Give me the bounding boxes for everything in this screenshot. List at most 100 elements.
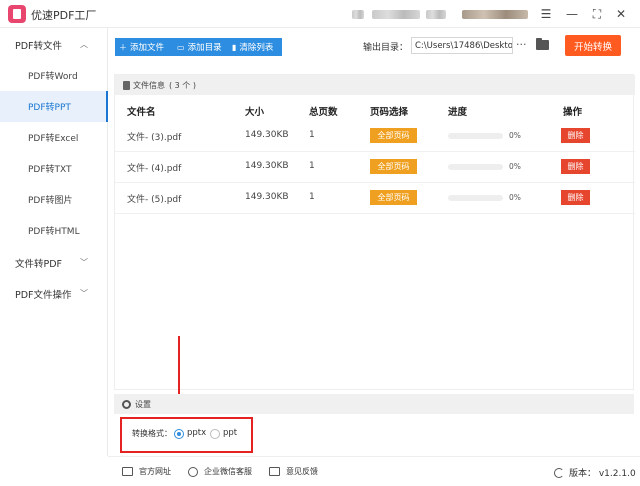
app-logo-icon [8, 5, 26, 23]
output-dir-label: 输出目录： [363, 43, 409, 53]
wechat-service-link[interactable]: 企业微信客服 [188, 466, 252, 477]
blurred-region [426, 10, 446, 19]
progress-text: 0% [509, 131, 521, 140]
add-folder-button[interactable]: ▭ 添加目录 [173, 38, 228, 56]
sidebar-group-pdf-to-file[interactable]: PDF转文件 ︿ [0, 30, 108, 60]
col-header-page-select: 页码选择 [370, 107, 409, 118]
delete-button[interactable]: 删除 [561, 128, 590, 143]
chat-icon [188, 466, 198, 477]
format-option-group: 转换格式： pptx ppt [120, 417, 253, 453]
file-pages: 1 [309, 130, 315, 140]
status-bar: 官方网址 企业微信客服 意见反馈 版本： v1.2.1.0 [108, 456, 640, 486]
feedback-link[interactable]: 意见反馈 [269, 466, 318, 477]
blurred-region [372, 10, 420, 19]
file-info-header: 文件信息 ( 3 个 ) [115, 75, 635, 95]
minimize-icon[interactable]: — [562, 4, 582, 24]
page-select-button[interactable]: 全部页码 [370, 159, 417, 174]
progress-bar [448, 195, 503, 201]
sidebar-item-pdf-to-txt[interactable]: PDF转TXT [0, 153, 108, 184]
app-title: 优速PDF工厂 [31, 9, 97, 22]
more-options-button[interactable]: ··· [516, 38, 527, 51]
file-size: 149.30KB [245, 161, 289, 171]
sidebar-group-label: 文件转PDF [15, 259, 63, 270]
add-file-label: 添加文件 [130, 43, 165, 53]
start-convert-button[interactable]: 开始转换 [565, 35, 621, 56]
col-header-action: 操作 [563, 107, 583, 118]
website-link[interactable]: 官方网址 [122, 466, 171, 477]
open-folder-icon[interactable] [536, 38, 549, 50]
sidebar-group-label: PDF文件操作 [15, 290, 72, 301]
monitor-icon [122, 467, 133, 476]
table-row: 文件- (4).pdf 149.30KB 1 全部页码 0% 删除 [115, 152, 635, 183]
sidebar-item-pdf-to-word[interactable]: PDF转Word [0, 60, 108, 91]
delete-button[interactable]: 删除 [561, 190, 590, 205]
file-pages: 1 [309, 161, 315, 171]
add-file-button[interactable]: ＋ 添加文件 [115, 38, 173, 56]
file-info-label: 文件信息 [133, 80, 165, 90]
document-icon [123, 80, 130, 90]
sidebar-group-file-to-pdf[interactable]: 文件转PDF ﹀ [0, 248, 108, 278]
sidebar-item-label: PDF转Word [28, 72, 78, 82]
title-bar: 优速PDF工厂 ☰ — ⛶ ✕ [0, 0, 640, 28]
sidebar-group-label: PDF转文件 [15, 41, 63, 52]
feedback-label: 意见反馈 [286, 467, 318, 476]
radio-ppt[interactable] [210, 429, 220, 439]
add-folder-label: 添加目录 [187, 43, 222, 53]
sidebar-item-label: PDF转PPT [28, 103, 71, 113]
sidebar-item-label: PDF转图片 [28, 196, 73, 206]
wechat-label: 企业微信客服 [204, 467, 252, 476]
sidebar-item-pdf-to-html[interactable]: PDF转HTML [0, 215, 108, 246]
sidebar-item-pdf-to-excel[interactable]: PDF转Excel [0, 122, 108, 153]
blurred-region [352, 10, 364, 19]
col-header-progress: 进度 [448, 107, 468, 118]
sidebar-item-label: PDF转HTML [28, 227, 80, 237]
settings-header: 设置 [114, 394, 634, 414]
col-header-size: 大小 [245, 107, 265, 118]
version-label: 版本： v1.2.1.0 [569, 469, 636, 479]
radio-ppt-label[interactable]: ppt [223, 428, 237, 438]
file-name: 文件- (4).pdf [127, 164, 182, 174]
sidebar: PDF转文件 ︿ PDF转Word PDF转PPT PDF转Excel PDF转… [0, 28, 108, 456]
progress-bar [448, 164, 503, 170]
radio-pptx-label[interactable]: pptx [187, 428, 206, 438]
annotation-arrow-line [178, 336, 180, 399]
chevron-down-icon: ﹀ [80, 258, 88, 267]
file-size: 149.30KB [245, 192, 289, 202]
version-info: 版本： v1.2.1.0 [554, 466, 636, 479]
plus-icon: ＋ [119, 42, 127, 52]
trash-icon: ▮ [232, 42, 237, 52]
table-row: 文件- (5).pdf 149.30KB 1 全部页码 0% 删除 [115, 183, 635, 214]
sidebar-item-label: PDF转Excel [28, 134, 79, 144]
refresh-icon [554, 467, 564, 478]
maximize-icon[interactable]: ⛶ [587, 4, 607, 24]
sidebar-item-pdf-to-ppt[interactable]: PDF转PPT [0, 91, 108, 122]
sidebar-item-label: PDF转TXT [28, 165, 72, 175]
chevron-up-icon: ︿ [80, 40, 88, 49]
close-icon[interactable]: ✕ [611, 4, 631, 24]
output-dir-input[interactable]: C:\Users\17486\Desktop [411, 37, 513, 54]
settings-label: 设置 [135, 399, 151, 409]
hamburger-menu-icon[interactable]: ☰ [536, 4, 556, 24]
file-name: 文件- (5).pdf [127, 195, 182, 205]
folder-icon: ▭ [177, 42, 185, 52]
table-row: 文件- (3).pdf 149.30KB 1 全部页码 0% 删除 [115, 121, 635, 152]
clear-list-button[interactable]: ▮ 清除列表 [228, 38, 282, 56]
page-select-button[interactable]: 全部页码 [370, 190, 417, 205]
page-select-button[interactable]: 全部页码 [370, 128, 417, 143]
blurred-region [462, 10, 528, 19]
file-count: ( 3 个 ) [169, 80, 196, 90]
progress-text: 0% [509, 193, 521, 202]
sidebar-item-pdf-to-image[interactable]: PDF转图片 [0, 184, 108, 215]
radio-pptx[interactable] [174, 429, 184, 439]
file-name: 文件- (3).pdf [127, 133, 182, 143]
clear-list-label: 清除列表 [239, 43, 274, 53]
progress-bar [448, 133, 503, 139]
col-header-name: 文件名 [127, 107, 156, 118]
chevron-down-icon: ﹀ [80, 289, 88, 298]
col-header-pages: 总页数 [309, 107, 338, 118]
file-pages: 1 [309, 192, 315, 202]
gear-icon [122, 399, 131, 409]
delete-button[interactable]: 删除 [561, 159, 590, 174]
website-label: 官方网址 [139, 467, 171, 476]
sidebar-group-pdf-operations[interactable]: PDF文件操作 ﹀ [0, 279, 108, 309]
